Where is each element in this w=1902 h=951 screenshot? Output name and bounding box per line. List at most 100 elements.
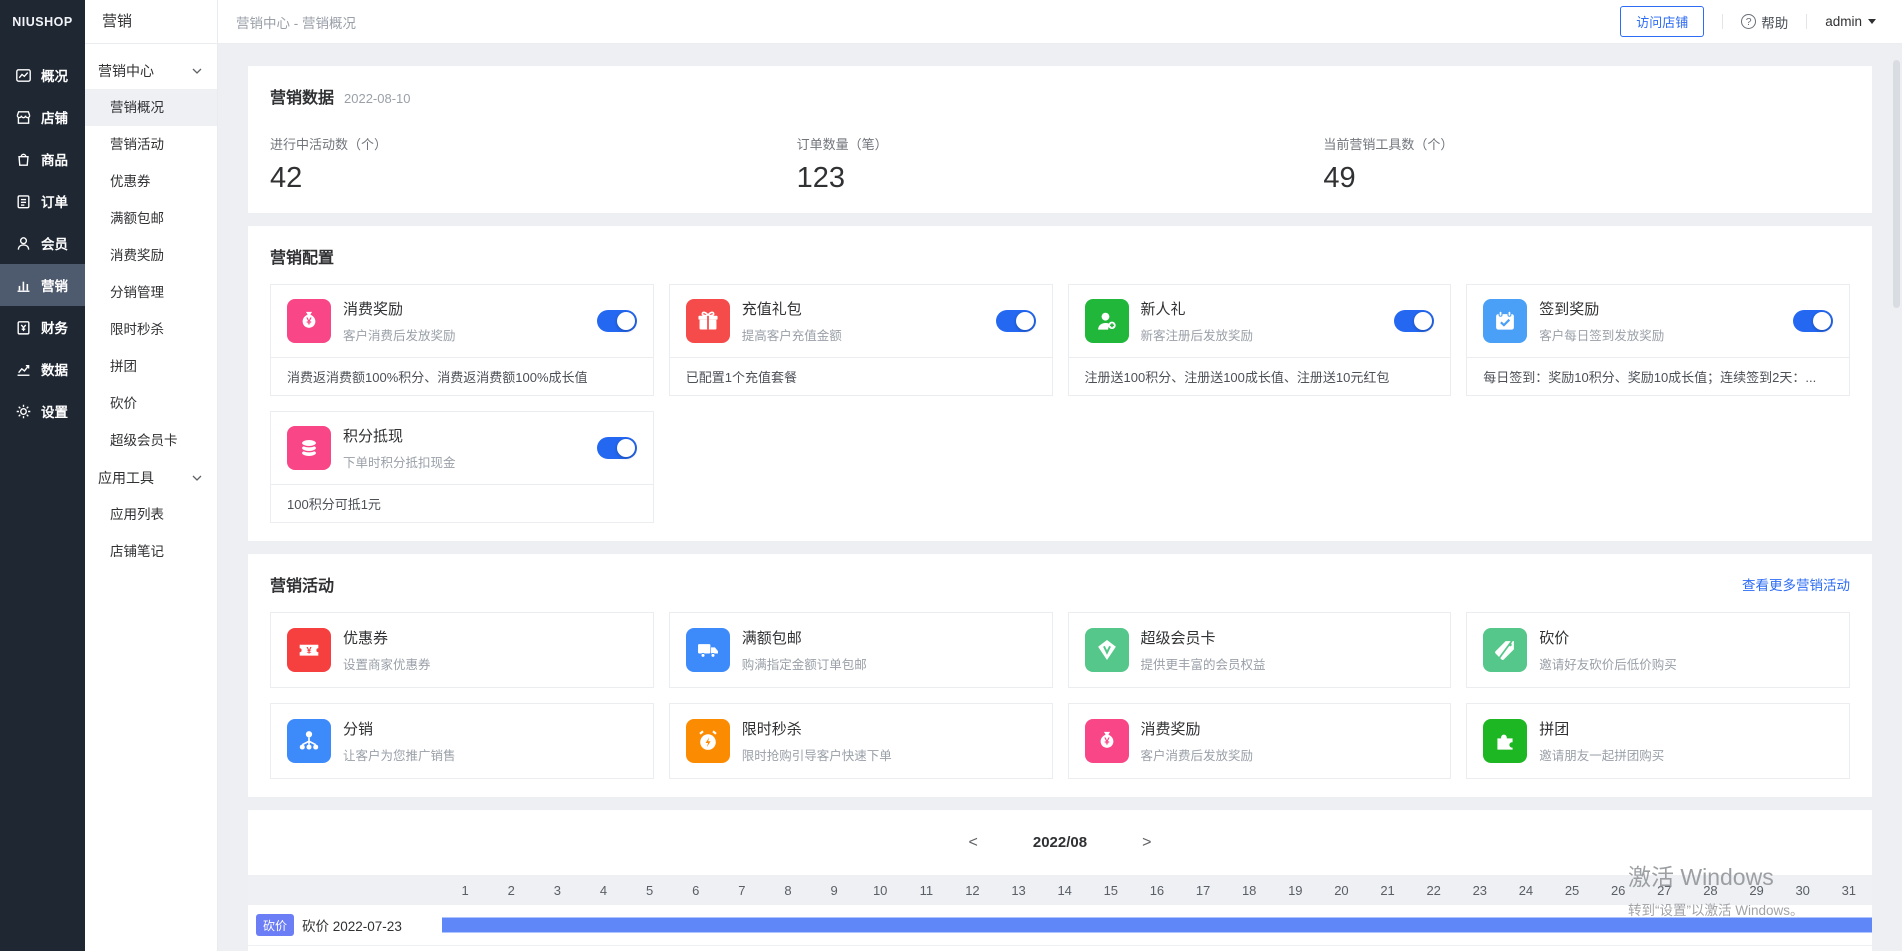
- visit-shop-button[interactable]: 访问店铺: [1620, 6, 1704, 37]
- menu-item[interactable]: 应用列表: [85, 496, 217, 533]
- sidebar-item-members[interactable]: 会员: [0, 222, 85, 264]
- sidebar-item-orders[interactable]: 订单: [0, 180, 85, 222]
- sidebar-item-shop[interactable]: 店铺: [0, 96, 85, 138]
- stat-block: 当前营销工具数（个）49: [1323, 134, 1850, 195]
- gantt-row: 砍价砍价 2022-07-23: [248, 905, 1872, 946]
- config-card-footer: 100积分可抵1元: [271, 484, 653, 522]
- config-card-footer: 每日签到：奖励10积分、奖励10成长值；连续签到2天：...: [1467, 357, 1849, 395]
- config-card-head: 签到奖励客户每日签到发放奖励: [1467, 285, 1849, 357]
- days-header-row: 1234567891011121314151617181920212223242…: [248, 875, 1872, 905]
- user-plus-icon: [1085, 299, 1129, 343]
- activity-card-title: 满额包邮: [742, 627, 1036, 648]
- next-month-button[interactable]: >: [1142, 835, 1151, 851]
- menu-group-header[interactable]: 应用工具: [85, 459, 217, 496]
- config-card-desc: 下单时积分抵扣现金: [343, 452, 585, 471]
- vip-icon: [1085, 628, 1129, 672]
- more-activities-link[interactable]: 查看更多营销活动: [1742, 574, 1850, 594]
- activity-card[interactable]: 砍价邀请好友砍价后低价购买: [1466, 612, 1850, 688]
- menu-item-label: 限时秒杀: [110, 322, 164, 337]
- menu-item-label: 超级会员卡: [110, 433, 178, 448]
- sidebar-item-overview[interactable]: 概况: [0, 54, 85, 96]
- day-cell: 10: [857, 883, 903, 898]
- gift-icon: [686, 299, 730, 343]
- menu-item[interactable]: 拼团: [85, 348, 217, 385]
- help-button[interactable]: ? 帮助: [1741, 12, 1788, 32]
- scrollbar-thumb[interactable]: [1893, 60, 1900, 308]
- activity-card[interactable]: 满额包邮购满指定金额订单包邮: [669, 612, 1053, 688]
- menu-item[interactable]: 分销管理: [85, 274, 217, 311]
- coupon-icon: ¥: [287, 628, 331, 672]
- toggle-knob: [1016, 312, 1034, 330]
- config-card-title: 新人礼: [1141, 298, 1383, 319]
- sidebar-item-finance[interactable]: 财务: [0, 306, 85, 348]
- activity-card-text: 满额包邮购满指定金额订单包邮: [742, 627, 1036, 673]
- toggle-knob: [1813, 312, 1831, 330]
- stat-value: 123: [797, 162, 1324, 195]
- activity-card-title: 超级会员卡: [1141, 627, 1435, 648]
- config-card-title: 积分抵现: [343, 425, 585, 446]
- day-cell: 22: [1411, 883, 1457, 898]
- config-card-head: 充值礼包提高客户充值金额: [670, 285, 1052, 357]
- menu-item[interactable]: 超级会员卡: [85, 422, 217, 459]
- day-cell: 3: [534, 883, 580, 898]
- toggle-switch[interactable]: [597, 437, 637, 459]
- sidebar-item-goods[interactable]: 商品: [0, 138, 85, 180]
- activity-card-desc: 让客户为您推广销售: [343, 745, 637, 764]
- menu-item[interactable]: 限时秒杀: [85, 311, 217, 348]
- menu-item[interactable]: 消费奖励: [85, 237, 217, 274]
- toggle-switch[interactable]: [597, 310, 637, 332]
- config-card-head: 新人礼新客注册后发放奖励: [1069, 285, 1451, 357]
- menu-item[interactable]: 营销活动: [85, 126, 217, 163]
- sidebar-item-marketing[interactable]: 营销: [0, 264, 85, 306]
- activity-card[interactable]: 限时秒杀限时抢购引导客户快速下单: [669, 703, 1053, 779]
- sidebar-item-settings[interactable]: 设置: [0, 390, 85, 432]
- day-cell: 18: [1226, 883, 1272, 898]
- menu-item[interactable]: 优惠券: [85, 163, 217, 200]
- config-card: 新人礼新客注册后发放奖励注册送100积分、注册送100成长值、注册送10元红包: [1068, 284, 1452, 396]
- data-date: 2022-08-10: [344, 91, 411, 106]
- section-title: 营销活动: [270, 572, 334, 596]
- activity-card-text: 优惠券设置商家优惠券: [343, 627, 637, 673]
- config-card: 签到奖励客户每日签到发放奖励每日签到：奖励10积分、奖励10成长值；连续签到2天…: [1466, 284, 1850, 396]
- toggle-switch[interactable]: [996, 310, 1036, 332]
- activity-card-desc: 设置商家优惠券: [343, 654, 637, 673]
- menu-group-header[interactable]: 营销中心: [85, 52, 217, 89]
- activity-card-desc: 邀请好友砍价后低价购买: [1539, 654, 1833, 673]
- sidebar-item-data[interactable]: 数据: [0, 348, 85, 390]
- menu-item[interactable]: 店铺笔记: [85, 533, 217, 570]
- members-icon: [15, 235, 32, 252]
- menu-item[interactable]: 砍价: [85, 385, 217, 422]
- secondary-menu: 营销中心营销概况营销活动优惠券满额包邮消费奖励分销管理限时秒杀拼团砍价超级会员卡…: [85, 44, 217, 570]
- menu-item[interactable]: 满额包邮: [85, 200, 217, 237]
- activity-card-text: 分销让客户为您推广销售: [343, 718, 637, 764]
- activity-card[interactable]: ¥ 优惠券设置商家优惠券: [270, 612, 654, 688]
- config-card-head: ¥消费奖励客户消费后发放奖励: [271, 285, 653, 357]
- activity-card[interactable]: 超级会员卡提供更丰富的会员权益: [1068, 612, 1452, 688]
- sidebar-item-label: 设置: [41, 401, 68, 421]
- activity-type-badge: 砍价: [256, 914, 294, 936]
- day-cell: 31: [1826, 883, 1872, 898]
- activity-card-text: 限时秒杀限时抢购引导客户快速下单: [742, 718, 1036, 764]
- menu-item-label: 拼团: [110, 359, 137, 374]
- gantt-bar[interactable]: [442, 918, 1872, 933]
- activity-card[interactable]: 分销让客户为您推广销售: [270, 703, 654, 779]
- user-menu[interactable]: admin: [1825, 14, 1876, 29]
- activity-card[interactable]: ¥消费奖励客户消费后发放奖励: [1068, 703, 1452, 779]
- caret-down-icon: [1868, 19, 1876, 24]
- menu-item-label: 消费奖励: [110, 248, 164, 263]
- finance-icon: [15, 319, 32, 336]
- day-cell: 2: [488, 883, 534, 898]
- activity-card[interactable]: 拼团邀请朋友一起拼团购买: [1466, 703, 1850, 779]
- prev-month-button[interactable]: <: [969, 835, 978, 851]
- config-card-text: 签到奖励客户每日签到发放奖励: [1539, 298, 1781, 344]
- activity-card-text: 砍价邀请好友砍价后低价购买: [1539, 627, 1833, 673]
- activity-card-desc: 限时抢购引导客户快速下单: [742, 745, 1036, 764]
- toggle-switch[interactable]: [1793, 310, 1833, 332]
- activity-card-text: 消费奖励客户消费后发放奖励: [1141, 718, 1435, 764]
- stat-label: 进行中活动数（个）: [270, 134, 797, 153]
- app-logo: NIUSHOP: [0, 0, 85, 44]
- toggle-switch[interactable]: [1394, 310, 1434, 332]
- day-cell: 23: [1457, 883, 1503, 898]
- menu-item[interactable]: 营销概况: [85, 89, 217, 126]
- stat-block: 订单数量（笔）123: [797, 134, 1324, 195]
